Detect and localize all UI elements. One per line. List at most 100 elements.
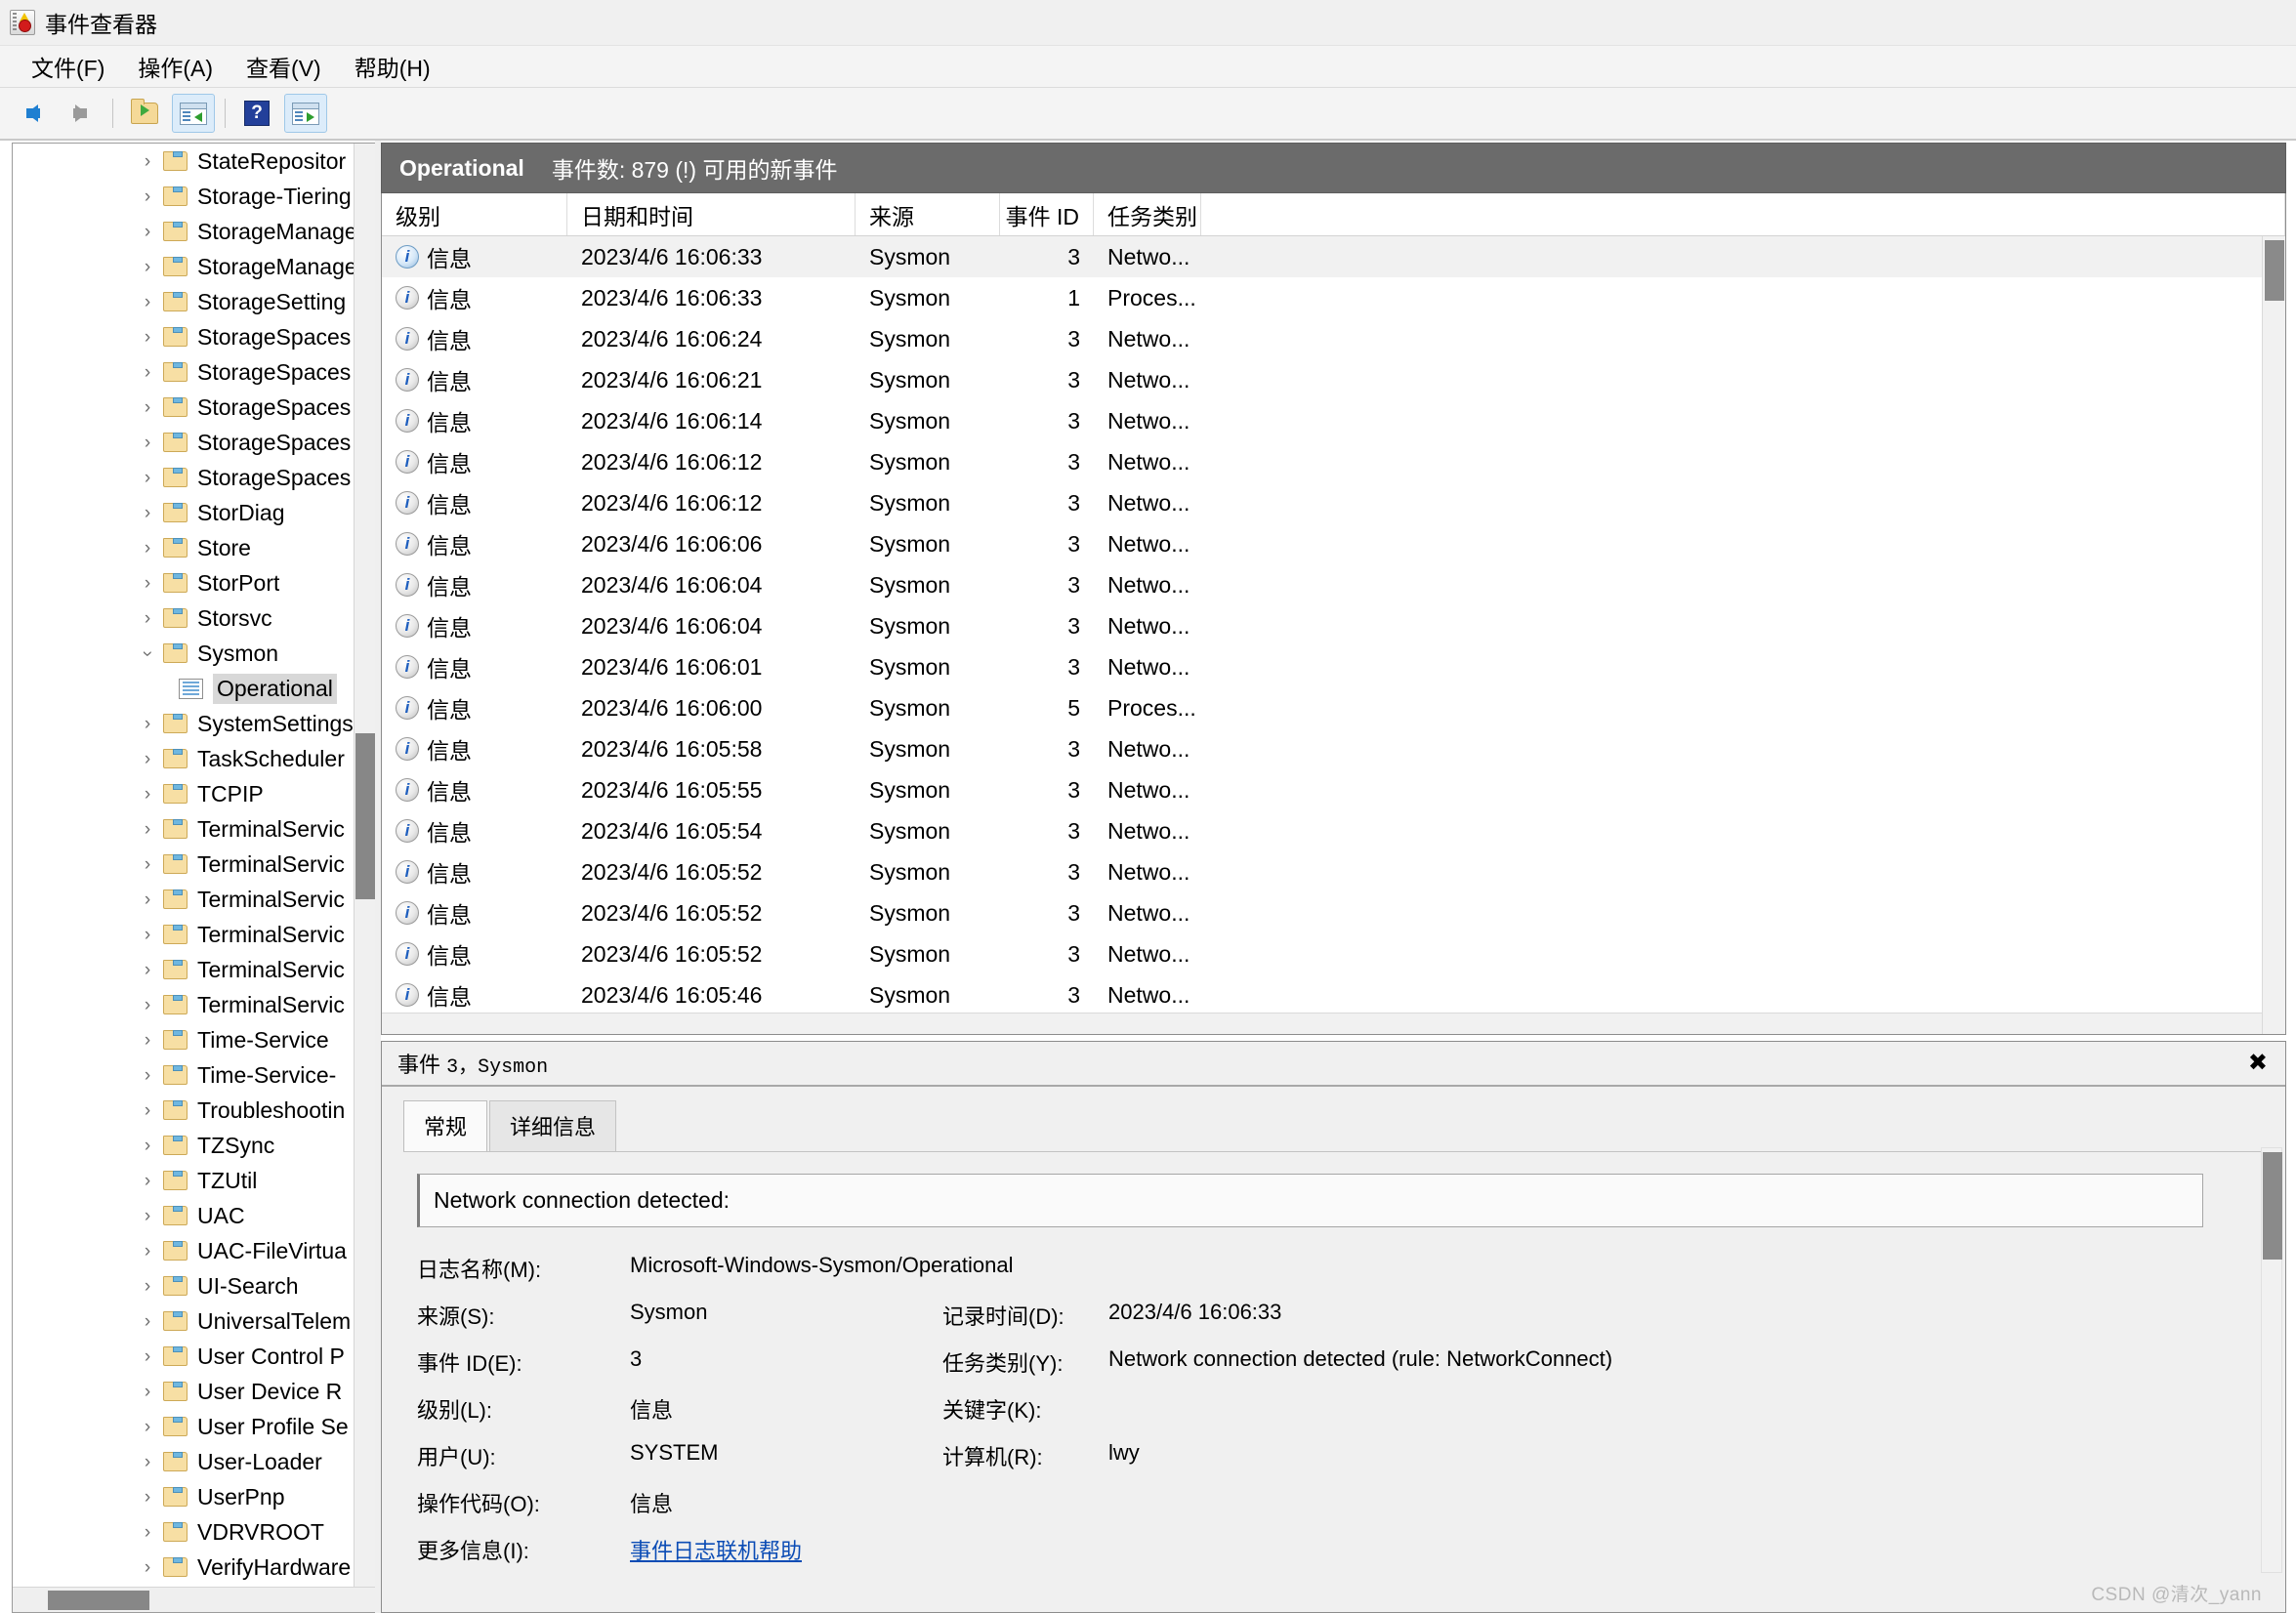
table-row[interactable]: i信息2023/4/6 16:06:33Sysmon1Proces... <box>382 277 2285 318</box>
chevron-right-icon[interactable]: › <box>138 469 157 487</box>
events-horizontal-scrollbar[interactable] <box>382 1013 2285 1034</box>
chevron-right-icon[interactable]: › <box>138 785 157 804</box>
tree-item-vdrvroot[interactable]: ›VDRVROOT <box>13 1514 375 1550</box>
details-vertical-scroll-thumb[interactable] <box>2263 1152 2282 1260</box>
console-tree[interactable]: ›StateRepositor›Storage-Tiering›StorageM… <box>13 144 375 1587</box>
tab-general[interactable]: 常规 <box>403 1100 487 1151</box>
tree-item-user-profile-se[interactable]: ›User Profile Se <box>13 1409 375 1444</box>
tree-item-time-service[interactable]: ›Time-Service <box>13 1022 375 1057</box>
chevron-right-icon[interactable]: › <box>138 398 157 417</box>
tree-item-storagespaces[interactable]: ›StorageSpaces <box>13 460 375 495</box>
tree-item-tcpip[interactable]: ›TCPIP <box>13 776 375 811</box>
table-row[interactable]: i信息2023/4/6 16:05:46Sysmon3Netwo... <box>382 974 2285 1013</box>
tree-vertical-scrollbar[interactable] <box>354 144 375 1612</box>
tree-item-stordiag[interactable]: ›StorDiag <box>13 495 375 530</box>
tree-item-user-loader[interactable]: ›User-Loader <box>13 1444 375 1479</box>
events-vertical-scrollbar[interactable] <box>2262 236 2285 1034</box>
tree-item-storport[interactable]: ›StorPort <box>13 565 375 600</box>
tree-item-verifyhardware[interactable]: ›VerifyHardware <box>13 1550 375 1585</box>
forward-button[interactable] <box>60 94 103 133</box>
chevron-right-icon[interactable]: › <box>138 1031 157 1050</box>
show-hide-console-tree-button[interactable] <box>172 94 215 133</box>
tree-item-storagespaces[interactable]: ›StorageSpaces <box>13 319 375 354</box>
column-header-datetime[interactable]: 日期和时间 <box>567 193 856 235</box>
chevron-right-icon[interactable]: › <box>138 1066 157 1085</box>
table-row[interactable]: i信息2023/4/6 16:06:01Sysmon3Netwo... <box>382 646 2285 687</box>
chevron-right-icon[interactable]: › <box>138 152 157 171</box>
table-row[interactable]: i信息2023/4/6 16:06:12Sysmon3Netwo... <box>382 482 2285 523</box>
table-row[interactable]: i信息2023/4/6 16:06:33Sysmon3Netwo... <box>382 236 2285 277</box>
chevron-right-icon[interactable]: › <box>138 1418 157 1436</box>
table-row[interactable]: i信息2023/4/6 16:05:52Sysmon3Netwo... <box>382 851 2285 892</box>
column-header-event-id[interactable]: 事件 ID <box>1000 193 1094 235</box>
events-list[interactable]: i信息2023/4/6 16:06:33Sysmon3Netwo...i信息20… <box>382 236 2285 1013</box>
table-row[interactable]: i信息2023/4/6 16:06:04Sysmon3Netwo... <box>382 564 2285 605</box>
event-log-online-help-link[interactable]: 事件日志联机帮助 <box>630 1539 802 1563</box>
chevron-right-icon[interactable]: › <box>138 1242 157 1261</box>
tree-item-uac-filevirtua[interactable]: ›UAC-FileVirtua <box>13 1233 375 1268</box>
chevron-right-icon[interactable]: › <box>138 1453 157 1471</box>
menu-action[interactable]: 操作(A) <box>124 47 227 86</box>
tree-horizontal-scrollbar[interactable] <box>13 1587 375 1612</box>
tree-item-storagesetting[interactable]: ›StorageSetting <box>13 284 375 319</box>
tree-item-ui-search[interactable]: ›UI-Search <box>13 1268 375 1303</box>
tree-item-user-device-r[interactable]: ›User Device R <box>13 1374 375 1409</box>
chevron-right-icon[interactable]: › <box>138 996 157 1014</box>
chevron-right-icon[interactable]: › <box>138 1488 157 1507</box>
details-vertical-scrollbar[interactable] <box>2261 1147 2282 1573</box>
table-row[interactable]: i信息2023/4/6 16:06:04Sysmon3Netwo... <box>382 605 2285 646</box>
table-row[interactable]: i信息2023/4/6 16:05:52Sysmon3Netwo... <box>382 892 2285 933</box>
chevron-right-icon[interactable]: › <box>138 855 157 874</box>
tree-item-systemsettings[interactable]: ›SystemSettings <box>13 706 375 741</box>
chevron-right-icon[interactable]: › <box>138 363 157 382</box>
tree-item-storagespaces[interactable]: ›StorageSpaces <box>13 425 375 460</box>
chevron-right-icon[interactable]: › <box>138 1347 157 1366</box>
table-row[interactable]: i信息2023/4/6 16:05:52Sysmon3Netwo... <box>382 933 2285 974</box>
close-icon[interactable]: ✖ <box>2248 1052 2268 1075</box>
tree-item-user-control-p[interactable]: ›User Control P <box>13 1339 375 1374</box>
events-vertical-scroll-thumb[interactable] <box>2265 240 2284 301</box>
chevron-right-icon[interactable]: › <box>138 328 157 347</box>
show-hide-action-pane-button[interactable] <box>284 94 327 133</box>
tree-item-userpnp[interactable]: ›UserPnp <box>13 1479 375 1514</box>
tree-item-terminalservic[interactable]: ›TerminalServic <box>13 847 375 882</box>
chevron-right-icon[interactable]: › <box>138 926 157 944</box>
chevron-right-icon[interactable]: › <box>138 187 157 206</box>
tree-item-tzsync[interactable]: ›TZSync <box>13 1128 375 1163</box>
tree-item-terminalservic[interactable]: ›TerminalServic <box>13 987 375 1022</box>
chevron-right-icon[interactable]: › <box>138 890 157 909</box>
menu-view[interactable]: 查看(V) <box>232 47 335 86</box>
column-header-level[interactable]: 级别 <box>382 193 567 235</box>
tree-item-store[interactable]: ›Store <box>13 530 375 565</box>
chevron-right-icon[interactable]: › <box>138 1523 157 1542</box>
tree-item-troubleshootin[interactable]: ›Troubleshootin <box>13 1093 375 1128</box>
tree-item-terminalservic[interactable]: ›TerminalServic <box>13 882 375 917</box>
table-row[interactable]: i信息2023/4/6 16:06:14Sysmon3Netwo... <box>382 400 2285 441</box>
chevron-right-icon[interactable]: › <box>138 1383 157 1401</box>
help-button[interactable]: ? <box>235 94 278 133</box>
table-row[interactable]: i信息2023/4/6 16:05:55Sysmon3Netwo... <box>382 769 2285 810</box>
chevron-right-icon[interactable]: › <box>138 820 157 839</box>
tree-item-terminalservic[interactable]: ›TerminalServic <box>13 952 375 987</box>
tree-item-taskscheduler[interactable]: ›TaskScheduler <box>13 741 375 776</box>
table-row[interactable]: i信息2023/4/6 16:06:12Sysmon3Netwo... <box>382 441 2285 482</box>
tree-item-storagemanage[interactable]: ›StorageManage <box>13 214 375 249</box>
menu-help[interactable]: 帮助(H) <box>341 47 444 86</box>
chevron-right-icon[interactable]: › <box>138 609 157 628</box>
chevron-right-icon[interactable]: › <box>138 961 157 979</box>
table-row[interactable]: i信息2023/4/6 16:06:21Sysmon3Netwo... <box>382 359 2285 400</box>
chevron-right-icon[interactable]: › <box>138 293 157 311</box>
chevron-right-icon[interactable]: › <box>138 1101 157 1120</box>
table-row[interactable]: i信息2023/4/6 16:06:06Sysmon3Netwo... <box>382 523 2285 564</box>
chevron-right-icon[interactable]: › <box>138 258 157 276</box>
tree-horizontal-scroll-thumb[interactable] <box>48 1591 149 1610</box>
tree-item-universaltelem[interactable]: ›UniversalTelem <box>13 1303 375 1339</box>
chevron-right-icon[interactable]: › <box>138 1137 157 1155</box>
table-row[interactable]: i信息2023/4/6 16:06:00Sysmon5Proces... <box>382 687 2285 728</box>
open-saved-log-button[interactable] <box>123 94 166 133</box>
chevron-right-icon[interactable]: › <box>138 434 157 452</box>
back-button[interactable] <box>11 94 54 133</box>
column-header-task-category[interactable]: 任务类别 <box>1094 193 1201 235</box>
tree-item-sysmon[interactable]: ›Sysmon <box>13 636 375 671</box>
tree-item-time-service[interactable]: ›Time-Service- <box>13 1057 375 1093</box>
